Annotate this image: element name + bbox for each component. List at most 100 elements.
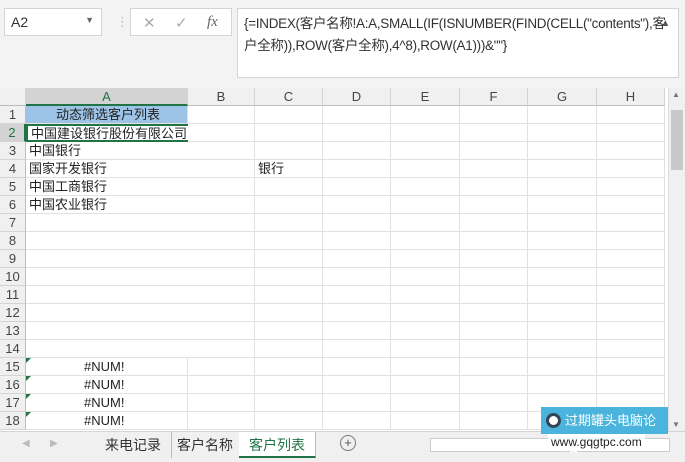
cell-A6[interactable]: 中国农业银行 [26,196,188,214]
cell-B13[interactable] [188,322,255,340]
cell-F3[interactable] [460,142,528,160]
cell-E4[interactable] [391,160,460,178]
cell-H2[interactable] [597,124,665,142]
cell-G13[interactable] [528,322,597,340]
cell-G11[interactable] [528,286,597,304]
cell-A3[interactable]: 中国银行 [26,142,188,160]
cell-E14[interactable] [391,340,460,358]
cell-E6[interactable] [391,196,460,214]
cell-A16[interactable]: #NUM! [26,376,188,394]
cancel-icon[interactable]: ✕ [143,14,156,32]
cell-E8[interactable] [391,232,460,250]
cell-C18[interactable] [255,412,323,430]
cell-B5[interactable] [188,178,255,196]
prev-sheet-icon[interactable]: ◀ [22,438,30,449]
cell-B16[interactable] [188,376,255,394]
scroll-thumb[interactable] [671,110,683,170]
cell-D4[interactable] [323,160,391,178]
column-header-D[interactable]: D [323,88,391,106]
sheet-tab-2[interactable]: 客户名称 [167,432,244,458]
cell-E3[interactable] [391,142,460,160]
cell-B17[interactable] [188,394,255,412]
cell-H9[interactable] [597,250,665,268]
cell-H13[interactable] [597,322,665,340]
cell-B7[interactable] [188,214,255,232]
next-sheet-icon[interactable]: ▶ [50,438,58,449]
cell-H1[interactable] [597,106,665,124]
cell-F13[interactable] [460,322,528,340]
row-header-10[interactable]: 10 [0,268,26,286]
cell-E10[interactable] [391,268,460,286]
cell-G16[interactable] [528,376,597,394]
cell-A8[interactable] [26,232,188,250]
cell-D7[interactable] [323,214,391,232]
cell-F5[interactable] [460,178,528,196]
row-header-17[interactable]: 17 [0,394,26,412]
row-header-4[interactable]: 4 [0,160,26,178]
cell-C15[interactable] [255,358,323,376]
cell-H16[interactable] [597,376,665,394]
cell-C14[interactable] [255,340,323,358]
column-header-A[interactable]: A [26,88,188,106]
cell-H10[interactable] [597,268,665,286]
cell-C5[interactable] [255,178,323,196]
cell-D17[interactable] [323,394,391,412]
cell-G10[interactable] [528,268,597,286]
cell-F14[interactable] [460,340,528,358]
cell-G1[interactable] [528,106,597,124]
column-header-H[interactable]: H [597,88,665,106]
cell-A1[interactable]: 动态筛选客户列表 [26,106,188,124]
cell-F4[interactable] [460,160,528,178]
cell-C6[interactable] [255,196,323,214]
cell-C2[interactable] [255,124,323,142]
cell-G15[interactable] [528,358,597,376]
cell-C7[interactable] [255,214,323,232]
cell-E1[interactable] [391,106,460,124]
cell-A14[interactable] [26,340,188,358]
cell-H15[interactable] [597,358,665,376]
cell-B2[interactable] [188,124,255,142]
scroll-up-icon[interactable]: ▲ [672,90,680,99]
cell-F10[interactable] [460,268,528,286]
cell-D6[interactable] [323,196,391,214]
cell-A2[interactable]: 中国建设银行股份有限公司 [26,124,188,142]
select-all-corner[interactable] [0,88,26,106]
cell-A17[interactable]: #NUM! [26,394,188,412]
cell-D12[interactable] [323,304,391,322]
cell-F15[interactable] [460,358,528,376]
cell-G6[interactable] [528,196,597,214]
fx-icon[interactable]: fx [207,14,218,31]
cell-G14[interactable] [528,340,597,358]
cell-B18[interactable] [188,412,255,430]
cell-B9[interactable] [188,250,255,268]
cell-E16[interactable] [391,376,460,394]
cell-D16[interactable] [323,376,391,394]
cell-H14[interactable] [597,340,665,358]
cell-D10[interactable] [323,268,391,286]
cell-C13[interactable] [255,322,323,340]
cell-D5[interactable] [323,178,391,196]
cell-A15[interactable]: #NUM! [26,358,188,376]
scroll-down-icon[interactable]: ▼ [672,420,680,429]
cell-C12[interactable] [255,304,323,322]
name-box[interactable]: A2 ▼ [4,8,102,36]
cell-G2[interactable] [528,124,597,142]
cell-A10[interactable] [26,268,188,286]
cell-D15[interactable] [323,358,391,376]
cell-H4[interactable] [597,160,665,178]
column-header-B[interactable]: B [188,88,255,106]
cell-A5[interactable]: 中国工商银行 [26,178,188,196]
cell-B6[interactable] [188,196,255,214]
cell-G8[interactable] [528,232,597,250]
cell-A13[interactable] [26,322,188,340]
cell-F9[interactable] [460,250,528,268]
cell-F2[interactable] [460,124,528,142]
cell-C1[interactable] [255,106,323,124]
chevron-down-icon[interactable]: ▼ [85,15,94,25]
cell-F18[interactable] [460,412,528,430]
row-header-13[interactable]: 13 [0,322,26,340]
cell-C9[interactable] [255,250,323,268]
column-header-G[interactable]: G [528,88,597,106]
column-header-E[interactable]: E [391,88,460,106]
cell-E18[interactable] [391,412,460,430]
